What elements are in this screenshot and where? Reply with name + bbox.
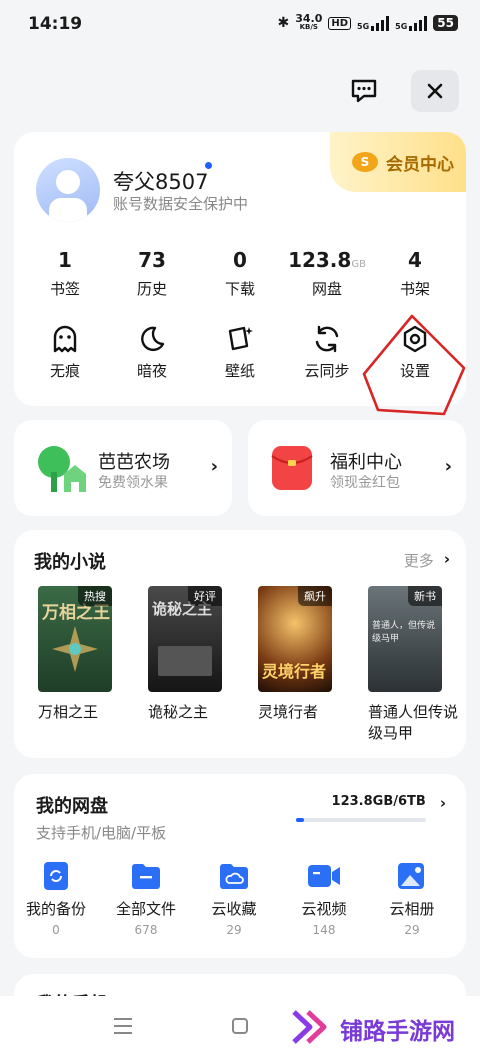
stat-downloads[interactable]: 0 下载: [195, 248, 285, 299]
book-cover: 普通人，但传说级马甲 新书: [368, 586, 442, 692]
chevron-right-icon: ›: [439, 794, 446, 812]
vip-coin-icon: S: [352, 152, 378, 172]
tool-wallpaper[interactable]: 壁纸: [195, 322, 285, 381]
book-cover: 灵境行者 飙升: [258, 586, 332, 692]
tool-incognito[interactable]: 无痕: [20, 322, 110, 381]
promo-farm[interactable]: 芭芭农场 免费领水果 ›: [14, 420, 232, 516]
chevron-right-icon: ›: [444, 456, 452, 477]
menu-nav-icon[interactable]: [114, 1018, 132, 1034]
stat-bookshelf[interactable]: 4 书架: [370, 248, 460, 299]
book-item[interactable]: 灵境行者 飙升 灵境行者: [258, 586, 334, 723]
signal-2-icon: 5G: [395, 15, 428, 31]
disk-cloud-collect[interactable]: 云收藏 29: [192, 860, 276, 937]
tool-cloud-sync[interactable]: 云同步: [282, 322, 372, 381]
status-icons: ✱ 34.0 KB/S HD 5G 5G 55: [277, 12, 458, 32]
moon-icon: [141, 326, 165, 351]
disk-title[interactable]: 我的网盘: [36, 792, 108, 818]
username[interactable]: 夸父8507: [113, 166, 208, 196]
photo-icon: [398, 863, 424, 889]
status-bar: 14:19 ✱ 34.0 KB/S HD 5G 5G 55: [0, 0, 480, 50]
red-envelope-icon: [271, 446, 313, 490]
home-nav-icon[interactable]: [232, 1018, 248, 1034]
book-cover: 诡秘之主 好评: [148, 586, 222, 692]
watermark-logo-icon: [292, 1010, 327, 1044]
cloud-collect-icon: [220, 864, 248, 889]
book-item[interactable]: 诡秘之主 好评 诡秘之主: [148, 586, 224, 723]
disk-cloud-video[interactable]: 云视频 148: [282, 860, 366, 937]
disk-cloud-photos[interactable]: 云相册 29: [370, 860, 454, 937]
backup-icon: [44, 862, 68, 890]
book-item[interactable]: 万相之王 热搜 万相之王: [38, 586, 114, 723]
wallpaper-icon: [228, 326, 253, 351]
tool-night-mode[interactable]: 暗夜: [107, 322, 197, 381]
message-icon: [351, 79, 377, 103]
disk-backup[interactable]: 我的备份 0: [14, 860, 98, 937]
close-button[interactable]: [411, 70, 459, 112]
chevron-right-icon: ›: [210, 456, 218, 477]
ghost-icon: [53, 325, 77, 353]
tree-icon: [38, 446, 86, 492]
annotation-highlight: [362, 314, 466, 416]
account-subtitle: 账号数据安全保护中: [113, 195, 249, 213]
disk-subtitle: 支持手机/电脑/平板: [36, 824, 167, 842]
message-button[interactable]: [340, 70, 388, 112]
compass-emblem-icon: [52, 626, 98, 672]
navigation-bar: 铺路手游网: [0, 996, 480, 1056]
chevron-right-icon: ›: [443, 550, 450, 568]
folder-icon: [132, 864, 160, 889]
clock: 14:19: [28, 14, 83, 34]
disk-usage-link[interactable]: 123.8GB/6TB ›: [332, 794, 446, 812]
signal-1-icon: 5G: [357, 15, 390, 31]
vip-label: 会员中心: [386, 154, 454, 175]
novels-more-link[interactable]: 更多 ›: [404, 550, 450, 571]
stat-bookmarks[interactable]: 1 书签: [20, 248, 110, 299]
hd-icon: HD: [328, 16, 352, 30]
battery-icon: 55: [433, 15, 458, 31]
disk-all-files[interactable]: 全部文件 678: [104, 860, 188, 937]
watermark-text: 铺路手游网: [340, 1019, 455, 1045]
vip-center-button[interactable]: S 会员中心: [330, 132, 466, 192]
avatar[interactable]: [36, 158, 100, 222]
video-icon: [308, 865, 340, 887]
notification-dot: [205, 162, 212, 169]
novels-title: 我的小说: [34, 552, 106, 573]
book-cover: 万相之王 热搜: [38, 586, 112, 692]
promo-welfare[interactable]: 福利中心 领现金红包 ›: [248, 420, 466, 516]
stat-cloud-disk[interactable]: 123.8GB 网盘: [282, 248, 372, 299]
close-icon: [427, 83, 443, 99]
bluetooth-icon: ✱: [277, 15, 290, 31]
stat-history[interactable]: 73 历史: [107, 248, 197, 299]
network-speed: 34.0 KB/S: [295, 12, 323, 31]
book-item[interactable]: 普通人，但传说级马甲 新书 普通人但传说级马甲: [368, 586, 458, 744]
disk-usage-bar: [296, 818, 426, 822]
sync-icon: [315, 325, 339, 353]
